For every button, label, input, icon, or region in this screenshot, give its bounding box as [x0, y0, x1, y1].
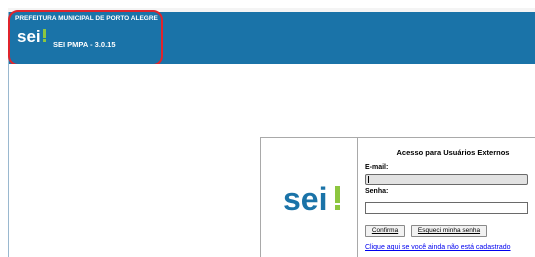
confirm-button[interactable]: Confirma: [365, 225, 405, 237]
login-card: sei Acesso para Usuários Externos E-mail…: [260, 137, 535, 257]
email-field[interactable]: [365, 174, 528, 185]
header-bar: PREFEITURA MUNICIPAL DE PORTO ALEGRE sei…: [8, 12, 535, 64]
login-form: Acesso para Usuários Externos E-mail: Se…: [365, 138, 535, 257]
sei-logo-icon[interactable]: sei: [17, 26, 47, 46]
card-divider: [357, 138, 358, 257]
text-caret: [368, 176, 369, 183]
system-name: SEI PMPA - 3.0.15: [53, 40, 116, 49]
login-title: Acesso para Usuários Externos: [396, 148, 510, 157]
password-label: Senha:: [365, 188, 389, 195]
password-field[interactable]: [365, 202, 528, 214]
svg-text:sei: sei: [283, 181, 327, 216]
browser-viewport: PREFEITURA MUNICIPAL DE PORTO ALEGRE sei…: [0, 0, 535, 257]
svg-text:sei: sei: [17, 27, 41, 46]
sei-logo-large-icon: sei: [283, 181, 340, 216]
email-label: E-mail:: [365, 164, 389, 171]
forgot-password-button[interactable]: Esqueci minha senha: [411, 225, 487, 237]
register-link[interactable]: Clique aqui se você ainda não está cadas…: [365, 244, 511, 251]
org-title: PREFEITURA MUNICIPAL DE PORTO ALEGRE: [15, 15, 158, 22]
